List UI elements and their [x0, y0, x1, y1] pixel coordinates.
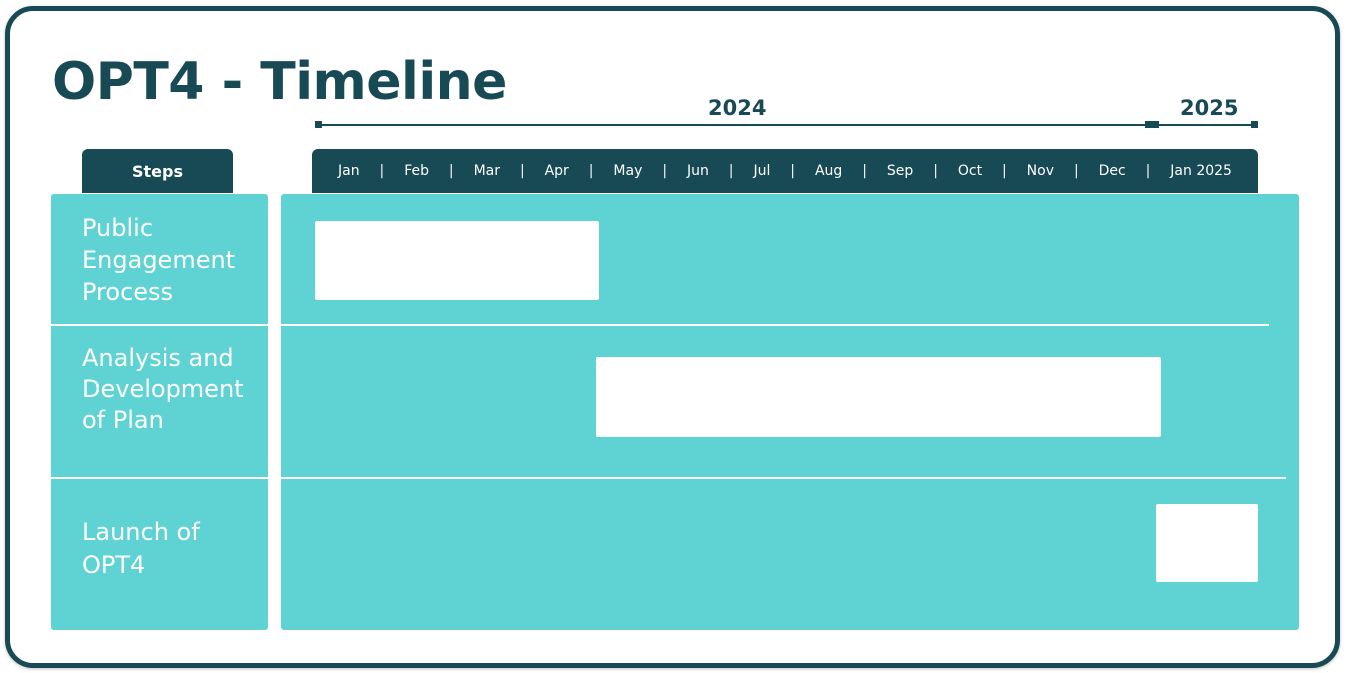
- step-label-line: Launch of: [82, 518, 200, 546]
- month-label: Sep: [886, 163, 914, 179]
- step-label-line: of Plan: [82, 406, 164, 434]
- step-label-line: Public: [82, 214, 154, 242]
- step-label-line: Process: [82, 278, 174, 306]
- page-title: OPT4 - Timeline: [52, 52, 507, 112]
- year-span-start-marker: [315, 121, 322, 128]
- month-label: Jan: [338, 163, 360, 179]
- month-separator: |: [790, 163, 795, 179]
- month-separator: |: [662, 163, 668, 179]
- month-label: Mar: [473, 163, 500, 179]
- month-label: Jul: [753, 163, 771, 179]
- month-label: Feb: [404, 163, 429, 179]
- gantt-bar-analysis-development: [596, 357, 1161, 437]
- row-divider: [51, 477, 268, 479]
- gantt-bar-launch: [1156, 504, 1258, 582]
- month-separator: |: [379, 163, 385, 179]
- steps-header: Steps: [82, 149, 233, 193]
- step-label-public-engagement: Public Engagement Process: [82, 212, 235, 308]
- year-boundary-marker: [1145, 121, 1159, 128]
- month-separator: |: [1073, 163, 1079, 179]
- step-label-line: OPT4: [82, 551, 146, 579]
- year-span-2024: [318, 124, 1148, 126]
- month-separator: |: [1002, 163, 1007, 179]
- month-label: May: [613, 163, 643, 179]
- months-header: Jan | Feb | Mar | Apr | May | Jun | Jul …: [312, 149, 1258, 193]
- month-separator: |: [1145, 163, 1151, 179]
- month-separator: |: [448, 163, 454, 179]
- gantt-bar-public-engagement: [315, 221, 599, 300]
- step-label-launch: Launch of OPT4: [82, 516, 200, 582]
- row-divider: [281, 324, 1269, 326]
- step-label-line: Development: [82, 375, 244, 403]
- month-separator: |: [519, 163, 525, 179]
- month-label: Apr: [544, 163, 569, 179]
- month-label: Aug: [814, 163, 843, 179]
- step-label-line: Engagement: [82, 246, 236, 274]
- step-label-analysis-development: Analysis and Development of Plan: [82, 343, 244, 436]
- row-divider: [281, 477, 1286, 479]
- month-label: Nov: [1026, 163, 1054, 179]
- year-label-2024: 2024: [708, 96, 767, 120]
- month-separator: |: [588, 163, 594, 179]
- month-label: Jan 2025: [1170, 163, 1232, 179]
- row-divider: [51, 324, 268, 326]
- month-separator: |: [862, 163, 867, 179]
- month-label: Jun: [686, 163, 709, 179]
- year-label-2025: 2025: [1180, 96, 1239, 120]
- step-label-line: Analysis and: [82, 344, 234, 372]
- year-span-2025: [1152, 124, 1254, 126]
- year-span-end-marker: [1251, 121, 1258, 128]
- month-label: Oct: [957, 163, 983, 179]
- month-separator: |: [728, 163, 734, 179]
- month-separator: |: [933, 163, 938, 179]
- month-label: Dec: [1098, 163, 1126, 179]
